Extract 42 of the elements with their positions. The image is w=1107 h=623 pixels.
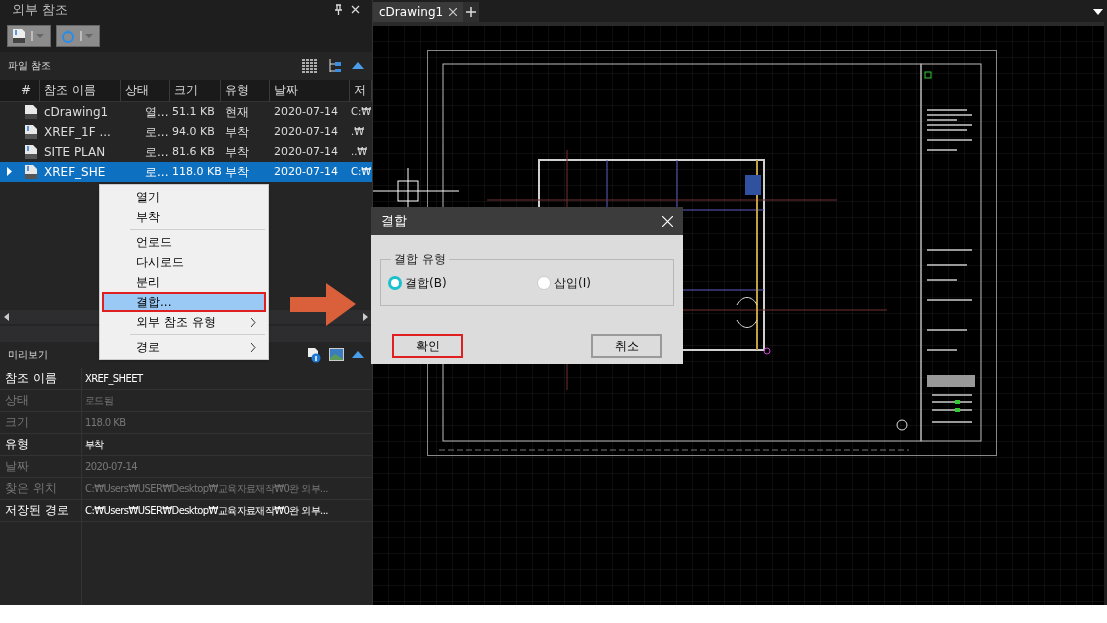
property-label: 저장된 경로	[4, 502, 70, 520]
table-cell-text: 2020-07-14	[273, 103, 339, 120]
table-cell-text: 열...	[144, 103, 170, 121]
property-label: 찾은 위치	[4, 480, 58, 498]
table-cell-text: ..₩	[350, 145, 369, 160]
property-value: 로드됨	[84, 393, 114, 408]
table-cell-text: 로...	[144, 163, 170, 181]
table-cell-text: XREF_SHE	[43, 163, 107, 181]
table-cell-text: 94.0 KB	[171, 123, 216, 140]
table-cell-text: C:₩	[350, 165, 372, 180]
table-cell-text: 로...	[144, 143, 170, 161]
table-cell-text: 2020-07-14	[273, 143, 339, 160]
property-label: 참조 이름	[4, 370, 58, 388]
table-cell-text: cDrawing1	[43, 103, 110, 121]
property-value: XREF_SHEET	[84, 371, 143, 386]
table-cell-text: 로...	[144, 123, 170, 141]
table-cell-text: 부착	[224, 143, 250, 161]
panel-title: 외부 참조	[12, 1, 69, 20]
property-value: 2020-07-14	[84, 459, 138, 474]
property-value: C:₩Users₩USER₩Desktop₩교육자료재작₩0완 외부...	[84, 481, 328, 496]
section-title: 미리보기	[8, 348, 48, 363]
section-title: 파일 참조	[8, 59, 52, 74]
table-cell-text: 2020-07-14	[273, 123, 339, 140]
table-cell-text: 51.1 KB	[171, 103, 216, 120]
table-cell-text: 81.6 KB	[171, 143, 216, 160]
table-cell-text: 현재	[224, 103, 250, 121]
table-cell-text: SITE PLAN	[43, 143, 107, 161]
table-cell-text: 부착	[224, 163, 250, 181]
property-value: 부착	[84, 437, 104, 452]
property-value: 118.0 KB	[84, 415, 126, 430]
property-label: 크기	[4, 414, 30, 432]
dialog-title: 결합	[381, 212, 407, 231]
table-cell-text: .₩	[350, 125, 366, 140]
table-cell-text: 부착	[224, 123, 250, 141]
table-cell-text: XREF_1F ...	[43, 123, 112, 141]
property-label: 유형	[4, 436, 30, 454]
table-cell-text: 118.0 KB	[171, 163, 221, 180]
property-value: C:₩Users₩USER₩Desktop₩교육자료재작₩0완 외부...	[84, 503, 328, 518]
table-cell-text: 2020-07-14	[273, 163, 339, 180]
property-label: 날짜	[4, 458, 30, 476]
property-label: 상태	[4, 392, 30, 410]
table-cell-text: C:₩	[350, 105, 372, 120]
